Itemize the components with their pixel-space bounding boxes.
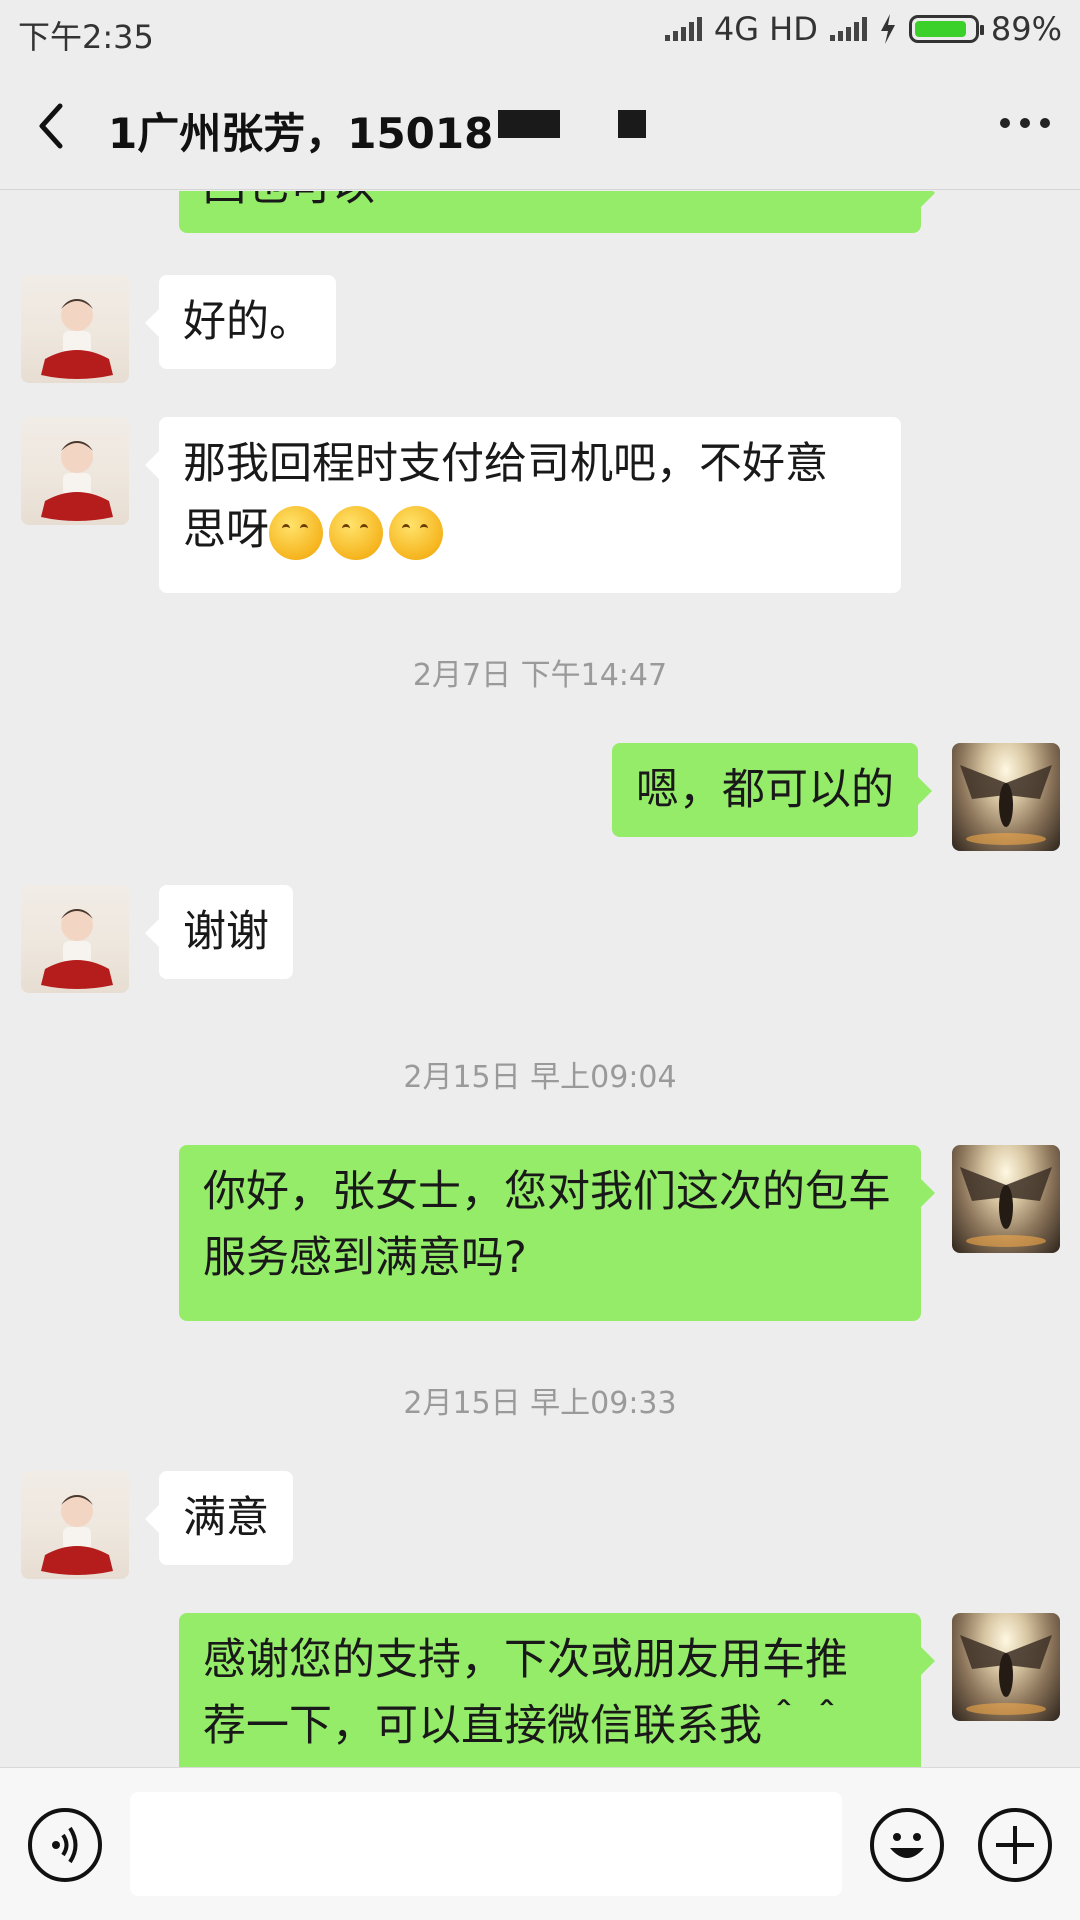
plus-cross-icon [996, 1826, 1034, 1864]
message-bubble-incoming[interactable]: 满意 [145, 1471, 293, 1565]
message-line-2: 服务感到满意吗? [203, 1233, 527, 1283]
message-line-2: 荐一下，可以直接微信联系我＾＾ [203, 1701, 848, 1751]
angel-photo-icon [960, 765, 1052, 845]
message-bubble-outgoing[interactable]: 回也可以 [179, 191, 935, 233]
contact-avatar[interactable] [21, 1471, 129, 1579]
chat-header: 1广州张芳，15018 [0, 62, 1080, 190]
chat-title: 1广州张芳，15018 [108, 109, 494, 158]
message-bubble-outgoing[interactable]: 感谢您的支持，下次或朋友用车推 荐一下，可以直接微信联系我＾＾ [179, 1613, 935, 1767]
hugging-emoji-icon [389, 505, 443, 560]
status-right: 4G HD 89% [664, 10, 1062, 48]
timestamp: 2月7日 下午14:47 [412, 658, 668, 693]
message-line-2: 思呀 [183, 497, 877, 563]
smiley-icon [890, 1833, 924, 1858]
battery-percent: 89% [990, 10, 1062, 48]
contact-avatar[interactable] [21, 885, 129, 993]
contact-avatar[interactable] [21, 417, 129, 525]
chevron-left-icon[interactable] [30, 98, 80, 154]
plus-icon[interactable] [978, 1808, 1052, 1882]
redaction-block [618, 110, 646, 138]
my-avatar[interactable] [952, 1613, 1060, 1721]
emoji-icon[interactable] [870, 1808, 944, 1882]
message-input[interactable] [130, 1792, 842, 1896]
message-line: 你好，张女士，您对我们这次的包车 [203, 1167, 891, 1217]
message-bubble-outgoing[interactable]: 嗯，都可以的 [612, 743, 932, 837]
signal-icon [664, 17, 702, 41]
baby-photo-icon [41, 299, 113, 379]
redaction-block [498, 110, 560, 138]
signal-icon-2 [829, 17, 867, 41]
input-bar [0, 1767, 1080, 1920]
network-label: 4G HD [713, 10, 818, 48]
message-bubble-incoming[interactable]: 那我回程时支付给司机吧，不好意 思呀 [145, 417, 901, 593]
charging-icon [880, 14, 895, 44]
angel-photo-icon [960, 1167, 1052, 1247]
my-avatar[interactable] [952, 1145, 1060, 1253]
baby-photo-icon [41, 1495, 113, 1575]
message-bubble-incoming[interactable]: 好的。 [145, 275, 336, 369]
more-dots-icon[interactable] [1000, 118, 1050, 128]
hugging-emoji-icon [329, 505, 383, 560]
message-line: 感谢您的支持，下次或朋友用车推 [203, 1635, 848, 1685]
battery-fill [914, 21, 967, 37]
message-list[interactable]: 回也可以 好的。 那我回程时支付给司机吧，不好意 思呀 2月7日 下午14:47… [0, 191, 1080, 1767]
battery-icon [908, 15, 984, 43]
voice-icon[interactable] [28, 1808, 102, 1882]
contact-avatar[interactable] [21, 275, 129, 383]
baby-photo-icon [41, 441, 113, 521]
voice-wave-icon [52, 1826, 78, 1864]
message-bubble-incoming[interactable]: 谢谢 [145, 885, 293, 979]
timestamp: 2月15日 早上09:04 [403, 1060, 677, 1095]
status-time: 下午2:35 [18, 18, 154, 56]
message-line: 那我回程时支付给司机吧，不好意 [183, 439, 828, 489]
timestamp: 2月15日 早上09:33 [403, 1386, 677, 1421]
hugging-emoji-icon [269, 505, 323, 560]
angel-photo-icon [960, 1635, 1052, 1715]
baby-photo-icon [41, 909, 113, 989]
message-bubble-outgoing[interactable]: 你好，张女士，您对我们这次的包车 服务感到满意吗? [179, 1145, 935, 1321]
status-bar: 下午2:35 4G HD 89% [0, 0, 1080, 62]
my-avatar[interactable] [952, 743, 1060, 851]
